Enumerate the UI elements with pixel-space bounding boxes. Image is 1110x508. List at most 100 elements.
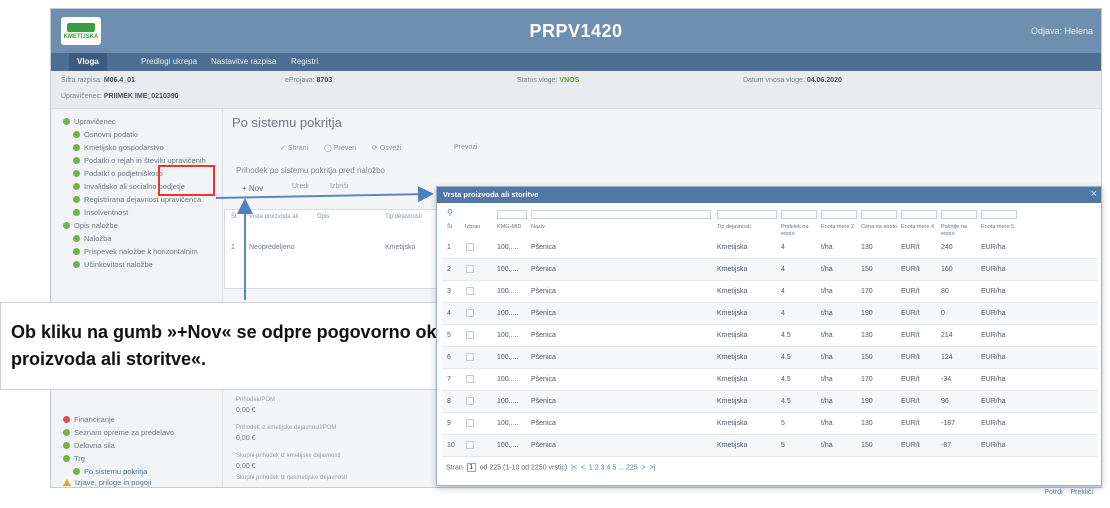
table-cell: Kmetijska [717,244,748,251]
tab-nastavitve-razpisa[interactable]: Nastavitve razpisa [203,53,284,71]
sidebar-item-registrirana-dejavnost[interactable]: Registrirana dejavnost upravičenca [73,195,201,204]
tab-registri[interactable]: Registri [283,53,326,71]
filter-enota4[interactable] [901,210,937,219]
col-enota2: Enota mere 2 [821,224,855,230]
table-row[interactable]: 5 100..... Pšenica Kmetijska 4.5 t/ha 130 EUR/t… [442,325,1098,347]
filter-icon[interactable]: ⚲ [447,208,453,217]
confirm-button[interactable]: Potrdi [1044,489,1062,496]
edit-button[interactable]: Uredi [292,183,309,190]
table-cell: EUR/ha [981,354,1006,361]
table-cell: Kmetijska [717,354,748,361]
sidebar-item-opis-nalozbe[interactable]: Opis naložbe [63,221,118,230]
page-input[interactable]: 1 [466,463,476,472]
row-checkbox[interactable] [466,375,474,383]
error-dot-icon [63,416,70,423]
page-link-1[interactable]: 1 [589,464,593,471]
table-row[interactable]: 3 100..... Pšenica Kmetijska 4 t/ha 170 EUR/t 80… [442,281,1098,303]
sidebar-item-delovna-sila[interactable]: Delovna sila [63,441,115,450]
delete-button[interactable]: Izbriši [330,183,348,190]
table-row[interactable]: 1 100..... Pšenica Kmetijska 4 t/ha 130 EUR/t 24… [442,237,1098,259]
filter-tip[interactable] [717,210,777,219]
sidebar-item-kmetijsko-gospodarstvo[interactable]: Kmetijsko gospodarstvo [73,143,164,152]
row-checkbox[interactable] [466,353,474,361]
filter-cena[interactable] [861,210,897,219]
table-cell: 130 [861,244,873,251]
row-checkbox[interactable] [466,441,474,449]
sidebar-item-prispevek[interactable]: Prispevek naložbe k horizontalnim [73,247,198,256]
first-page-icon[interactable]: |< [569,464,577,471]
row-checkbox[interactable] [466,331,474,339]
tab-vloga[interactable]: Vloga [69,53,107,71]
row-checkbox[interactable] [466,265,474,273]
row-checkbox[interactable] [466,397,474,405]
sidebar-item-po-sistemu-pokritja[interactable]: Po sistemu pokritja [73,467,147,476]
table-cell: Pšenica [531,376,556,383]
sidebar-item-reje[interactable]: Podatki o rejah in številu upravičenih [73,156,206,165]
sidebar-item-label: Prispevek naložbe k horizontalnim [84,247,198,256]
page-link-last[interactable]: 225 [626,464,638,471]
table-cell: -34 [941,376,952,383]
page-link-4[interactable]: 4 [606,464,610,471]
table-cell: EUR/t [901,310,920,317]
sidebar-item-financiranje[interactable]: Financiranje [63,415,115,424]
sidebar-item-osnovni-podatki[interactable]: Osnovni podatki [73,130,138,139]
cancel-button[interactable]: Prekliči [1070,489,1093,496]
filter-enota5[interactable] [981,210,1017,219]
sidebar-item-seznam-opreme[interactable]: Seznam opreme za predelavo [63,428,174,437]
table-cell: -187 [941,420,956,427]
table-cell: Pšenica [531,420,556,427]
prevozi-link[interactable]: Prevozi [454,144,477,151]
table-row[interactable]: 8 100..... Pšenica Kmetijska 4.5 t/ha 190 EUR/t… [442,391,1098,413]
table-row[interactable]: 6 100..... Pšenica Kmetijska 4.5 t/ha 150 EUR/t… [442,347,1098,369]
filter-pridelek[interactable] [781,210,817,219]
col-tip-dejavnosti: Tip dejavnosti [717,224,751,230]
table-cell: 4.5 [781,398,791,405]
sidebar-item-trg[interactable]: Trg [63,454,85,463]
check-label: Preveri [333,145,357,152]
sidebar-item-upravicenec[interactable]: Upravičenec [63,117,116,126]
table-cell: 80 [941,288,949,295]
row-checkbox[interactable] [466,309,474,317]
new-button[interactable]: + Nov [236,179,280,197]
filter-kmg-mid[interactable] [497,210,527,219]
table-cell: Pšenica [531,288,556,295]
table-row[interactable]: 10 100..... Pšenica Kmetijska 5 t/ha 150 EUR/t -… [442,435,1098,457]
nav-tabs: Vloga Predlogi ukrepa Nastavitve razpisa… [51,53,1101,71]
next-page-icon[interactable]: > [640,464,646,471]
filter-naziv[interactable] [531,210,711,219]
sidebar-item-label: Delovna sila [74,441,115,450]
page-link-3[interactable]: 3 [601,464,605,471]
page-link-5[interactable]: 5 [612,464,616,471]
sidebar-item-ucinkovitost[interactable]: Učinkovitost naložbe [73,260,153,269]
prev-page-icon[interactable]: < [579,464,587,471]
table-cell: t/ha [821,310,833,317]
tab-predlogi-ukrepa[interactable]: Predlogi ukrepa [133,53,205,71]
filter-enota2[interactable] [821,210,857,219]
sidebar-item-nalozba[interactable]: Naložba [73,234,112,243]
sidebar-item-podjetniskost[interactable]: Podatki o podjetniškosti [73,169,163,178]
logout-link[interactable]: Odjava: Helena [1031,26,1093,36]
filter-pokritje[interactable] [941,210,977,219]
check-button[interactable]: ◯ Preveri [316,141,364,159]
table-cell: 3 [447,288,451,295]
col-kmg-mid: KMG-MID [497,224,522,230]
table-cell: 1 [447,244,451,251]
close-icon[interactable]: × [1091,188,1097,200]
refresh-button[interactable]: ⟳ Osveži [364,141,409,159]
table-row[interactable]: 9 100..... Pšenica Kmetijska 5 t/ha 130 EUR/t -1… [442,413,1098,435]
sidebar-item-insolventnost[interactable]: Insolventnost [73,208,128,217]
sidebar-item-izjave-priloge-pogoji[interactable]: Izjave, priloge in pogoji [63,478,151,487]
page-link-2[interactable]: 2 [595,464,599,471]
row-checkbox[interactable] [466,243,474,251]
table-cell: 6 [447,354,451,361]
last-page-icon[interactable]: >| [648,464,656,471]
table-row[interactable]: 7 100..... Pšenica Kmetijska 4.5 t/ha 170 EUR/t… [442,369,1098,391]
row-checkbox[interactable] [466,287,474,295]
table-row[interactable]: 2 100..... Pšenica Kmetijska 4 t/ha 150 EUR/t 16… [442,259,1098,281]
table-row[interactable]: 4 100..... Pšenica Kmetijska 4 t/ha 190 EUR/t 0 E… [442,303,1098,325]
row-checkbox[interactable] [466,419,474,427]
upravicenec-label: Upravičenec: [61,93,102,100]
save-button[interactable]: ✓ Shrani [272,141,316,159]
table-cell: EUR/ha [981,376,1006,383]
table-cell: Pšenica [531,332,556,339]
